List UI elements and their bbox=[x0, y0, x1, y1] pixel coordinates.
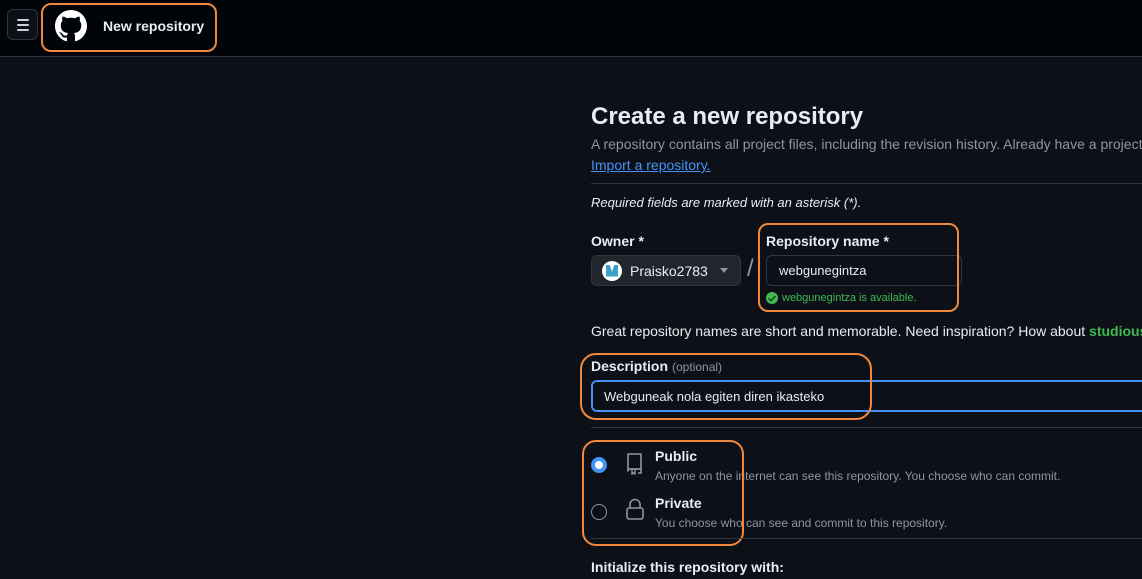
lock-icon bbox=[626, 498, 644, 520]
check-circle-icon bbox=[766, 292, 778, 304]
public-title: Public bbox=[655, 448, 698, 464]
divider bbox=[591, 183, 1142, 184]
owner-value: Praisko2783 bbox=[630, 262, 708, 279]
top-header: New repository bbox=[0, 0, 1142, 57]
description-label-text: Description bbox=[591, 358, 669, 374]
required-fields-note: Required fields are marked with an aster… bbox=[591, 195, 862, 210]
repo-icon bbox=[627, 453, 642, 475]
hamburger-icon-line bbox=[16, 28, 29, 31]
description-input[interactable] bbox=[591, 380, 1142, 412]
availability-message: webgunegintza is available. bbox=[766, 292, 917, 304]
owner-select[interactable]: Praisko2783 bbox=[591, 255, 741, 286]
github-logo-icon[interactable] bbox=[55, 10, 87, 42]
import-repository-link[interactable]: Import a repository. bbox=[591, 157, 711, 173]
owner-label: Owner * bbox=[591, 233, 644, 249]
private-radio[interactable] bbox=[591, 504, 607, 520]
public-description: Anyone on the internet can see this repo… bbox=[655, 469, 1061, 483]
hamburger-icon-line bbox=[16, 23, 29, 26]
header-title: New repository bbox=[103, 18, 205, 34]
hamburger-icon-line bbox=[16, 18, 29, 21]
divider bbox=[591, 538, 1142, 539]
private-title: Private bbox=[655, 495, 702, 511]
divider bbox=[591, 427, 1142, 428]
naming-hint: Great repository names are short and mem… bbox=[591, 323, 1142, 339]
public-radio[interactable] bbox=[591, 457, 607, 473]
name-suggestion-link[interactable]: studious- bbox=[1089, 323, 1142, 339]
avatar bbox=[602, 260, 622, 281]
description-label: Description (optional) bbox=[591, 358, 722, 374]
page-subtitle: A repository contains all project files,… bbox=[591, 136, 1142, 152]
private-description: You choose who can see and commit to thi… bbox=[655, 516, 948, 530]
slash-separator: / bbox=[747, 255, 754, 282]
optional-tag: (optional) bbox=[672, 360, 723, 374]
availability-text: webgunegintza is available. bbox=[782, 292, 917, 304]
repo-name-input[interactable] bbox=[766, 255, 962, 286]
naming-hint-text: Great repository names are short and mem… bbox=[591, 323, 1090, 339]
page-title: Create a new repository bbox=[591, 103, 864, 130]
hamburger-menu-button[interactable] bbox=[7, 9, 38, 40]
repo-name-label: Repository name * bbox=[766, 233, 889, 249]
initialize-heading: Initialize this repository with: bbox=[591, 559, 784, 575]
caret-down-icon bbox=[720, 268, 728, 273]
